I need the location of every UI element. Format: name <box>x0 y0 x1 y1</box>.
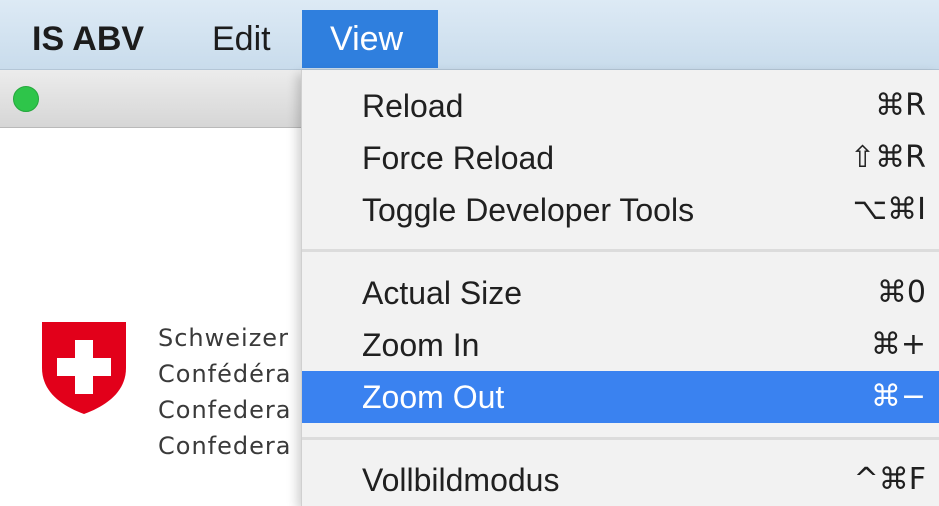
menu-item-label: Force Reload <box>362 140 555 176</box>
menu-item-label: Toggle Developer Tools <box>362 192 695 228</box>
menu-app-name[interactable]: IS ABV <box>32 10 144 68</box>
menu-item-shortcut: ⌘+ <box>870 327 926 362</box>
window-titlebar <box>0 70 320 128</box>
menu-separator <box>302 244 939 256</box>
menu-item-label: Zoom In <box>362 327 480 363</box>
menu-item-actual-size[interactable]: Actual Size ⌘0 <box>302 267 939 319</box>
menu-item-reload[interactable]: Reload ⌘R <box>302 80 939 132</box>
organization-name: Schweizer Confédéra Confedera Confedera <box>158 320 291 464</box>
menu-item-vollbildmodus[interactable]: Vollbildmodus ^⌘F <box>302 454 939 506</box>
menu-edit[interactable]: Edit <box>212 10 271 68</box>
menu-separator <box>302 432 939 444</box>
menu-item-shortcut: ⇧⌘R <box>850 140 926 175</box>
menu-item-zoom-in[interactable]: Zoom In ⌘+ <box>302 319 939 371</box>
menu-item-label: Reload <box>362 88 464 124</box>
menu-view[interactable]: View <box>302 10 438 68</box>
menu-item-shortcut: ⌘R <box>875 88 926 123</box>
menu-item-toggle-developer-tools[interactable]: Toggle Developer Tools ⌥⌘I <box>302 184 939 236</box>
org-line: Confedera <box>158 396 292 424</box>
green-zoom-light-icon[interactable] <box>13 86 39 112</box>
org-line: Schweizer <box>158 324 289 352</box>
menu-item-zoom-out[interactable]: Zoom Out ⌘− <box>302 371 939 423</box>
org-line: Confédéra <box>158 360 292 388</box>
menu-item-shortcut: ⌥⌘I <box>852 192 926 227</box>
menu-item-shortcut: ⌘− <box>870 379 926 414</box>
view-menu-dropdown: Reload ⌘R Force Reload ⇧⌘R Toggle Develo… <box>301 70 939 506</box>
menu-item-shortcut: ^⌘F <box>853 462 926 497</box>
menu-item-label: Vollbildmodus <box>362 462 560 498</box>
menu-item-label: Zoom Out <box>362 379 505 415</box>
menu-bar: IS ABV Edit View <box>0 0 939 70</box>
menu-item-shortcut: ⌘0 <box>876 275 926 310</box>
menu-item-label: Actual Size <box>362 275 523 311</box>
org-line: Confedera <box>158 432 292 460</box>
menu-item-force-reload[interactable]: Force Reload ⇧⌘R <box>302 132 939 184</box>
swiss-coat-of-arms-icon <box>40 320 128 416</box>
